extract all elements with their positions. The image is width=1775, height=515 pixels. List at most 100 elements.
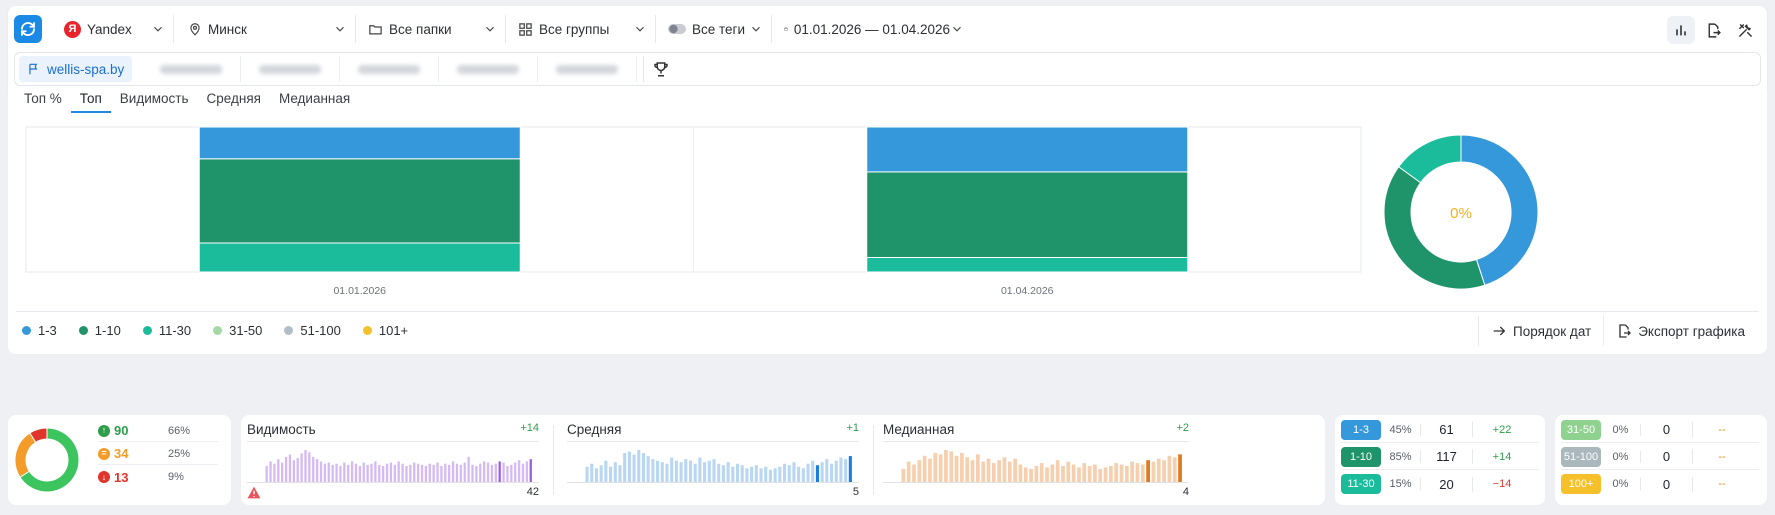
chevron-down-icon xyxy=(333,22,347,36)
spark-bar xyxy=(451,461,455,482)
tag-select[interactable]: Все теги xyxy=(660,15,772,43)
legend-item-101+[interactable]: 101+ xyxy=(362,323,408,338)
metric-1[interactable]: Средняя +1 5 xyxy=(561,415,865,505)
bar-segment-1-3[interactable] xyxy=(198,126,521,160)
region-select[interactable]: Минск xyxy=(180,15,356,43)
domain-chip-hidden[interactable] xyxy=(439,56,539,82)
position-delta: -- xyxy=(1718,450,1726,463)
spark-bar xyxy=(366,464,369,482)
position-count: 20 xyxy=(1421,476,1473,492)
spark-bar xyxy=(315,459,319,482)
tab-median[interactable]: Медианная xyxy=(270,90,359,113)
legend-item-11-30[interactable]: 11-30 xyxy=(142,323,191,338)
positions-card-left: 1-3 45% 61 +22 1-10 85% 117 +14 11-30 15% 20 −14 xyxy=(1335,415,1545,505)
summary-row: = 34 25% xyxy=(98,443,218,465)
spark-bar xyxy=(1162,460,1166,482)
domain-chip-hidden[interactable] xyxy=(538,56,638,82)
bar-segment-1-10[interactable] xyxy=(866,171,1189,259)
position-row-31-50[interactable]: 31-50 0% 0 -- xyxy=(1561,417,1759,443)
metric-divider xyxy=(247,441,539,442)
spark-bar xyxy=(906,461,911,482)
metric-0[interactable]: Видимость +14 42 xyxy=(241,415,545,505)
date-order-button[interactable]: Порядок дат xyxy=(1478,316,1603,346)
spark-bar xyxy=(811,460,815,482)
spark-bar xyxy=(308,452,311,482)
bar-segment-11-30[interactable] xyxy=(198,242,521,273)
group-select[interactable]: Все группы xyxy=(510,15,656,43)
position-row-1-10[interactable]: 1-10 85% 117 +14 xyxy=(1341,444,1539,470)
spark-bar xyxy=(1039,463,1044,482)
x-tick-label: 01.01.2026 xyxy=(333,285,386,297)
chart-legend: 1-3 1-10 11-30 31-50 51-100 101+ xyxy=(22,323,408,338)
export-chart-button[interactable]: Экспорт графика xyxy=(1603,316,1757,346)
domain-chip-hidden[interactable] xyxy=(142,56,242,82)
spark-bar xyxy=(1098,468,1103,482)
spark-bar xyxy=(768,469,772,482)
position-row-1-3[interactable]: 1-3 45% 61 +22 xyxy=(1341,417,1539,443)
metric-baseline xyxy=(567,482,859,483)
position-badge: 51-100 xyxy=(1561,446,1601,467)
date-order-label: Порядок дат xyxy=(1513,323,1592,339)
competitors-button[interactable] xyxy=(643,56,670,82)
engine-select[interactable]: Я Yandex xyxy=(64,15,174,43)
spark-bar xyxy=(1109,466,1113,482)
bar-segment-1-10[interactable] xyxy=(198,158,521,244)
date-range-select[interactable]: 01.01.2026 — 01.04.2026 xyxy=(776,15,972,43)
settings-button[interactable] xyxy=(1731,16,1759,44)
spark-bar xyxy=(684,459,688,482)
yandex-logo-icon: Я xyxy=(64,20,81,38)
legend-dot xyxy=(22,326,31,335)
export-button[interactable] xyxy=(1699,16,1727,44)
spark-bar xyxy=(335,463,338,482)
spark-bar xyxy=(590,463,594,482)
tab-top-percent[interactable]: Топ % xyxy=(15,90,71,113)
tab-visibility[interactable]: Видимость xyxy=(111,90,198,113)
spark-bar xyxy=(517,460,521,482)
position-row-100+[interactable]: 100+ 0% 0 -- xyxy=(1561,471,1759,497)
donut-slice-1-10[interactable] xyxy=(1383,166,1486,290)
position-badge: 1-10 xyxy=(1341,446,1381,467)
spark-bar xyxy=(773,468,777,482)
spark-bar xyxy=(797,466,801,482)
spark-bar xyxy=(665,463,669,482)
domain-chip-hidden[interactable] xyxy=(340,56,440,82)
flag-icon xyxy=(29,63,38,75)
refresh-button[interactable] xyxy=(14,15,42,43)
arrow-up-icon: ↑ xyxy=(98,424,110,437)
legend-item-51-100[interactable]: 51-100 xyxy=(284,323,341,338)
legend-label: 51-100 xyxy=(300,323,341,338)
position-row-11-30[interactable]: 11-30 15% 20 −14 xyxy=(1341,471,1539,497)
legend-item-1-10[interactable]: 1-10 xyxy=(78,323,121,338)
metric-title: Средняя xyxy=(567,422,622,437)
summary-count: 13 xyxy=(114,469,129,485)
tab-average[interactable]: Средняя xyxy=(198,90,270,113)
chart-view-button[interactable] xyxy=(1667,16,1695,44)
spark-bar xyxy=(273,463,276,482)
spark-bar xyxy=(688,460,693,482)
bar-segment-1-3[interactable] xyxy=(866,126,1189,173)
tab-top[interactable]: Топ xyxy=(70,90,111,113)
bar-segment-11-30[interactable] xyxy=(866,257,1189,273)
spark-bar xyxy=(1066,461,1071,482)
legend-item-31-50[interactable]: 31-50 xyxy=(213,323,262,338)
domain-chip-active[interactable]: wellis-spa.by xyxy=(19,56,133,82)
spark-bar xyxy=(901,468,906,482)
legend-item-1-3[interactable]: 1-3 xyxy=(22,323,57,338)
position-delta: +14 xyxy=(1492,450,1512,463)
spark-bar xyxy=(498,461,501,482)
position-row-51-100[interactable]: 51-100 0% 0 -- xyxy=(1561,444,1759,470)
spark-bar xyxy=(354,463,358,482)
stacked-bar-chart: 01.01.2026 01.04.2026 xyxy=(25,126,1362,297)
filter-panel: Я Yandex Минск Все папки Все группы Все … xyxy=(8,6,1767,96)
metric-sparkline xyxy=(585,450,852,482)
calendar-icon xyxy=(784,27,788,31)
export-file-icon xyxy=(1619,324,1632,338)
metric-2[interactable]: Медианная +2 4 xyxy=(877,415,1195,505)
spark-bar xyxy=(792,462,796,482)
dynamics-slice-1[interactable] xyxy=(14,432,37,478)
spark-bar xyxy=(954,455,959,482)
spark-bar xyxy=(339,466,342,482)
folder-select[interactable]: Все папки xyxy=(360,15,506,43)
domain-chip-hidden[interactable] xyxy=(241,56,341,82)
spark-bar xyxy=(944,450,948,482)
